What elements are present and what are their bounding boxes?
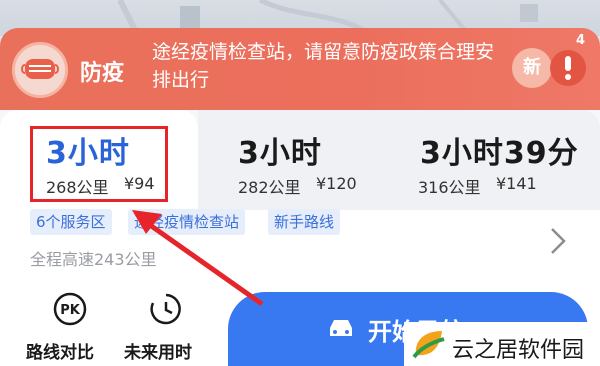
tag-checkpoint: 途经疫情检查站 <box>128 209 246 235</box>
route-3-price: ¥141 <box>496 174 537 193</box>
selected-route-highlight <box>30 126 168 202</box>
route-2-price: ¥120 <box>316 174 357 193</box>
new-badge-icon[interactable]: 新 <box>512 48 552 88</box>
tag-service-areas: 6个服务区 <box>30 209 112 235</box>
route-compare-label[interactable]: 路线对比 <box>26 338 94 363</box>
car-icon <box>330 320 352 336</box>
route-2-distance: 282公里 <box>238 178 301 197</box>
future-time-icon[interactable] <box>136 292 196 326</box>
tag-beginner-route: 新手路线 <box>268 209 341 235</box>
route-3-time[interactable]: 3小时39分 <box>420 128 579 172</box>
route-summary: 全程高速243公里 <box>30 250 157 269</box>
alert-count: 4 <box>576 33 586 48</box>
chevron-right-icon[interactable] <box>548 226 568 256</box>
watermark-logo-icon <box>412 331 445 359</box>
mask-badge-icon <box>12 42 68 98</box>
pk-icon[interactable]: PK <box>40 292 100 326</box>
banner-label: 防疫 <box>80 61 125 86</box>
future-time-label[interactable]: 未来用时 <box>124 338 192 363</box>
svg-text:PK: PK <box>60 303 81 318</box>
banner-message: 途经疫情检查站，请留意防疫政策合理安排出行 <box>152 41 495 91</box>
route-2-time[interactable]: 3小时 <box>238 128 322 172</box>
alert-icon[interactable] <box>548 44 588 88</box>
watermark-text: 云之居软件园 <box>452 338 585 363</box>
route-3-distance: 316公里 <box>418 178 481 197</box>
